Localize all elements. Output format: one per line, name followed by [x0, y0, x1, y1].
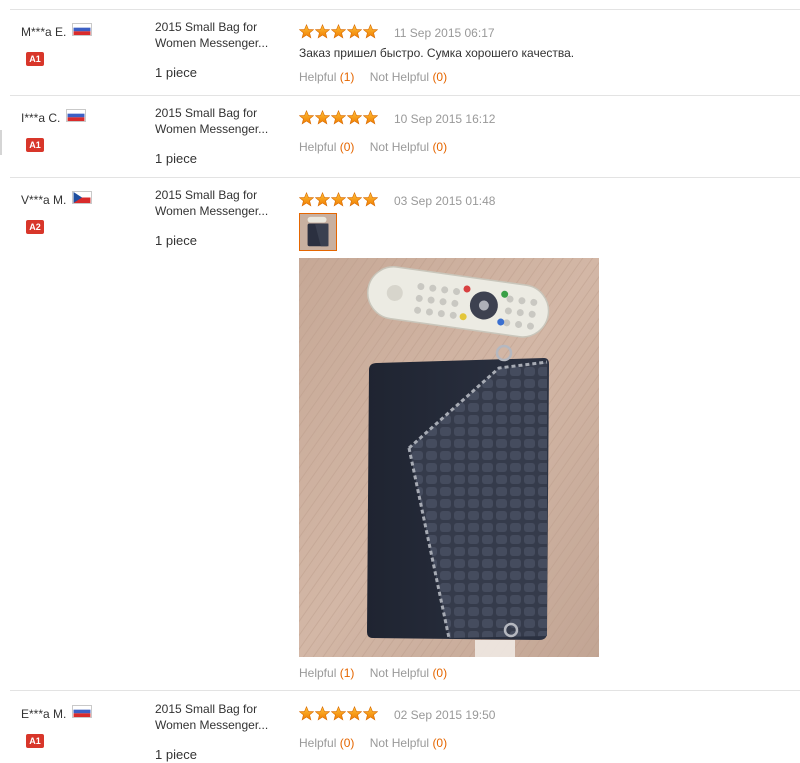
buyer-name: M***a E. [21, 24, 67, 39]
review-photo[interactable] [299, 258, 599, 657]
star-icon [315, 192, 330, 207]
star-icon [347, 706, 362, 721]
not-helpful-button[interactable]: Not Helpful (0) [370, 736, 447, 750]
star-icon [363, 706, 378, 721]
buyer-info: M***a E. [21, 23, 92, 39]
review-date: 02 Sep 2015 19:50 [394, 708, 496, 722]
star-icon [315, 24, 330, 39]
russia-flag-icon [71, 23, 92, 37]
product-title-link[interactable]: 2015 Small Bag for Women Messenger... [155, 187, 285, 219]
review-date: 11 Sep 2015 06:17 [394, 26, 495, 40]
vote-bar: Helpful (1) Not Helpful (0) [299, 666, 447, 680]
helpful-button[interactable]: Helpful (1) [299, 666, 354, 680]
product-info: 2015 Small Bag for Women Messenger... 1 p… [155, 105, 285, 166]
star-rating [299, 706, 378, 722]
product-title-link[interactable]: 2015 Small Bag for Women Messenger... [155, 105, 285, 137]
star-rating [299, 192, 378, 208]
star-icon [347, 24, 362, 39]
star-icon [363, 24, 378, 39]
product-info: 2015 Small Bag for Women Messenger... 1 p… [155, 701, 285, 762]
star-icon [331, 24, 346, 39]
vote-bar: Helpful (0) Not Helpful (0) [299, 736, 447, 750]
product-title-link[interactable]: 2015 Small Bag for Women Messenger... [155, 19, 285, 51]
star-icon [299, 24, 314, 39]
review-date: 03 Sep 2015 01:48 [394, 194, 496, 208]
buyer-info: E***a M. [21, 705, 92, 721]
review-date: 10 Sep 2015 16:12 [394, 112, 496, 126]
star-icon [363, 110, 378, 125]
buyer-level-badge: A1 [26, 138, 44, 152]
not-helpful-button[interactable]: Not Helpful (0) [370, 70, 447, 84]
helpful-button[interactable]: Helpful (1) [299, 70, 354, 84]
buyer-name: E***a M. [21, 706, 67, 721]
scroll-indicator [0, 130, 2, 155]
star-icon [331, 192, 346, 207]
product-title-link[interactable]: 2015 Small Bag for Women Messenger... [155, 701, 285, 733]
russia-flag-icon [71, 705, 92, 719]
vote-bar: Helpful (1) Not Helpful (0) [299, 70, 447, 84]
quantity: 1 piece [155, 65, 197, 80]
helpful-button[interactable]: Helpful (0) [299, 736, 354, 750]
star-icon [347, 192, 362, 207]
buyer-info: I***a C. [21, 109, 86, 125]
product-info: 2015 Small Bag for Women Messenger... 1 p… [155, 19, 285, 80]
quantity: 1 piece [155, 747, 197, 762]
vote-bar: Helpful (0) Not Helpful (0) [299, 140, 447, 154]
star-icon [363, 192, 378, 207]
russia-flag-icon [65, 109, 86, 123]
star-icon [315, 706, 330, 721]
star-rating [299, 110, 378, 126]
photo-thumbnail[interactable] [299, 213, 337, 251]
quantity: 1 piece [155, 233, 197, 248]
not-helpful-button[interactable]: Not Helpful (0) [370, 140, 447, 154]
star-icon [331, 706, 346, 721]
buyer-name: I***a C. [21, 110, 61, 125]
czech-flag-icon [71, 191, 92, 205]
buyer-level-badge: A2 [26, 220, 44, 234]
product-info: 2015 Small Bag for Women Messenger... 1 p… [155, 187, 285, 248]
buyer-level-badge: A1 [26, 734, 44, 748]
star-rating [299, 24, 378, 40]
buyer-info: V***a M. [21, 191, 92, 207]
star-icon [299, 110, 314, 125]
divider [10, 9, 800, 10]
review-text: Заказ пришел быстро. Сумка хорошего каче… [299, 46, 575, 60]
divider [10, 95, 800, 96]
helpful-button[interactable]: Helpful (0) [299, 140, 354, 154]
star-icon [315, 110, 330, 125]
buyer-name: V***a M. [21, 192, 67, 207]
feedback-list: M***a E. A1 2015 Small Bag for Women Mess… [0, 0, 800, 762]
buyer-level-badge: A1 [26, 52, 44, 66]
star-icon [299, 192, 314, 207]
divider [10, 177, 800, 178]
not-helpful-button[interactable]: Not Helpful (0) [370, 666, 447, 680]
divider [10, 690, 800, 691]
quantity: 1 piece [155, 151, 197, 166]
star-icon [299, 706, 314, 721]
star-icon [331, 110, 346, 125]
star-icon [347, 110, 362, 125]
